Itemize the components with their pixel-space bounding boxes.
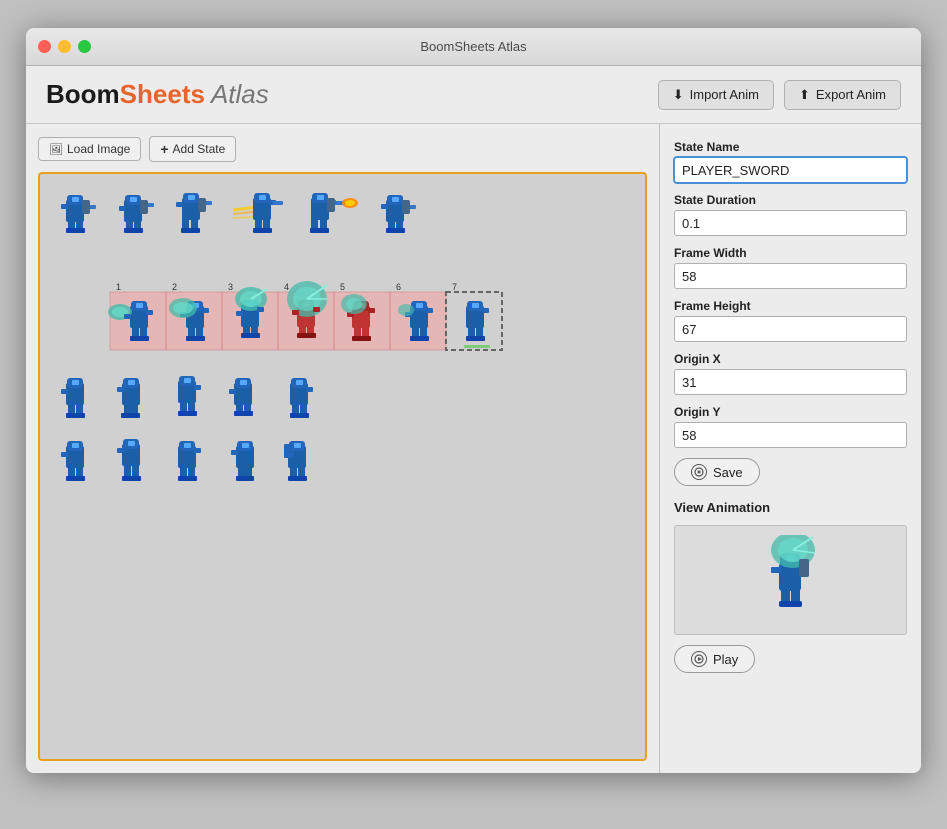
origin-x-group: Origin X bbox=[674, 352, 907, 395]
view-animation-title: View Animation bbox=[674, 500, 907, 515]
origin-y-input[interactable] bbox=[674, 422, 907, 448]
sprite-canvas: 1 2 3 4 5 6 7 bbox=[40, 174, 645, 759]
maximize-button[interactable] bbox=[78, 40, 91, 53]
load-image-button[interactable]: Load Image bbox=[38, 137, 141, 161]
load-image-label: Load Image bbox=[67, 142, 130, 156]
play-button[interactable]: Play bbox=[674, 645, 755, 673]
close-button[interactable] bbox=[38, 40, 51, 53]
origin-y-group: Origin Y bbox=[674, 405, 907, 448]
export-icon bbox=[799, 87, 810, 103]
play-label: Play bbox=[713, 652, 738, 667]
preview-sprite-svg bbox=[751, 535, 831, 625]
frame-height-label: Frame Height bbox=[674, 299, 907, 313]
svg-text:4: 4 bbox=[284, 282, 289, 292]
import-anim-button[interactable]: Import Anim bbox=[658, 80, 774, 110]
app-logo: BoomSheetsAtlas bbox=[46, 79, 269, 110]
frame-height-input[interactable] bbox=[674, 316, 907, 342]
origin-x-label: Origin X bbox=[674, 352, 907, 366]
header-actions: Import Anim Export Anim bbox=[658, 80, 901, 110]
state-duration-input[interactable] bbox=[674, 210, 907, 236]
titlebar: BoomSheets Atlas bbox=[26, 28, 921, 66]
svg-text:5: 5 bbox=[340, 282, 345, 292]
svg-text:2: 2 bbox=[172, 282, 177, 292]
frame-width-input[interactable] bbox=[674, 263, 907, 289]
add-state-label: Add State bbox=[173, 142, 226, 156]
animation-preview bbox=[674, 525, 907, 635]
frame-height-group: Frame Height bbox=[674, 299, 907, 342]
state-name-label: State Name bbox=[674, 140, 907, 154]
logo-atlas: Atlas bbox=[211, 79, 269, 109]
state-duration-group: State Duration bbox=[674, 193, 907, 236]
svg-text:3: 3 bbox=[228, 282, 233, 292]
svg-text:1: 1 bbox=[116, 282, 121, 292]
frame-width-group: Frame Width bbox=[674, 246, 907, 289]
logo-sheets: Sheets bbox=[120, 79, 205, 109]
export-anim-label: Export Anim bbox=[816, 87, 886, 102]
sprite-canvas-wrapper[interactable]: 1 2 3 4 5 6 7 bbox=[38, 172, 647, 761]
add-state-button[interactable]: Add State bbox=[149, 136, 236, 162]
import-anim-label: Import Anim bbox=[690, 87, 759, 102]
window-title: BoomSheets Atlas bbox=[420, 39, 526, 54]
play-group: Play bbox=[674, 645, 907, 673]
save-button[interactable]: Save bbox=[674, 458, 760, 486]
main-content: Load Image Add State bbox=[26, 124, 921, 773]
window-controls bbox=[38, 40, 91, 53]
state-duration-label: State Duration bbox=[674, 193, 907, 207]
image-icon bbox=[49, 142, 63, 156]
import-icon bbox=[673, 87, 684, 103]
save-icon bbox=[691, 464, 707, 480]
origin-x-input[interactable] bbox=[674, 369, 907, 395]
app-window: BoomSheets Atlas BoomSheetsAtlas Import … bbox=[26, 28, 921, 773]
svg-text:6: 6 bbox=[396, 282, 401, 292]
toolbar: Load Image Add State bbox=[38, 136, 647, 162]
sprite-sheet-svg: 1 2 3 4 5 6 7 bbox=[48, 182, 528, 761]
left-panel: Load Image Add State bbox=[26, 124, 659, 773]
plus-icon bbox=[160, 141, 168, 157]
right-panel: State Name State Duration Frame Width Fr… bbox=[659, 124, 921, 773]
save-label: Save bbox=[713, 465, 743, 480]
export-anim-button[interactable]: Export Anim bbox=[784, 80, 901, 110]
play-icon bbox=[691, 651, 707, 667]
minimize-button[interactable] bbox=[58, 40, 71, 53]
app-header: BoomSheetsAtlas Import Anim Export Anim bbox=[26, 66, 921, 124]
origin-y-label: Origin Y bbox=[674, 405, 907, 419]
save-group: Save bbox=[674, 458, 907, 486]
logo-boom: Boom bbox=[46, 79, 120, 109]
svg-text:7: 7 bbox=[452, 282, 457, 292]
state-name-input[interactable] bbox=[674, 157, 907, 183]
state-name-group: State Name bbox=[674, 140, 907, 183]
frame-width-label: Frame Width bbox=[674, 246, 907, 260]
